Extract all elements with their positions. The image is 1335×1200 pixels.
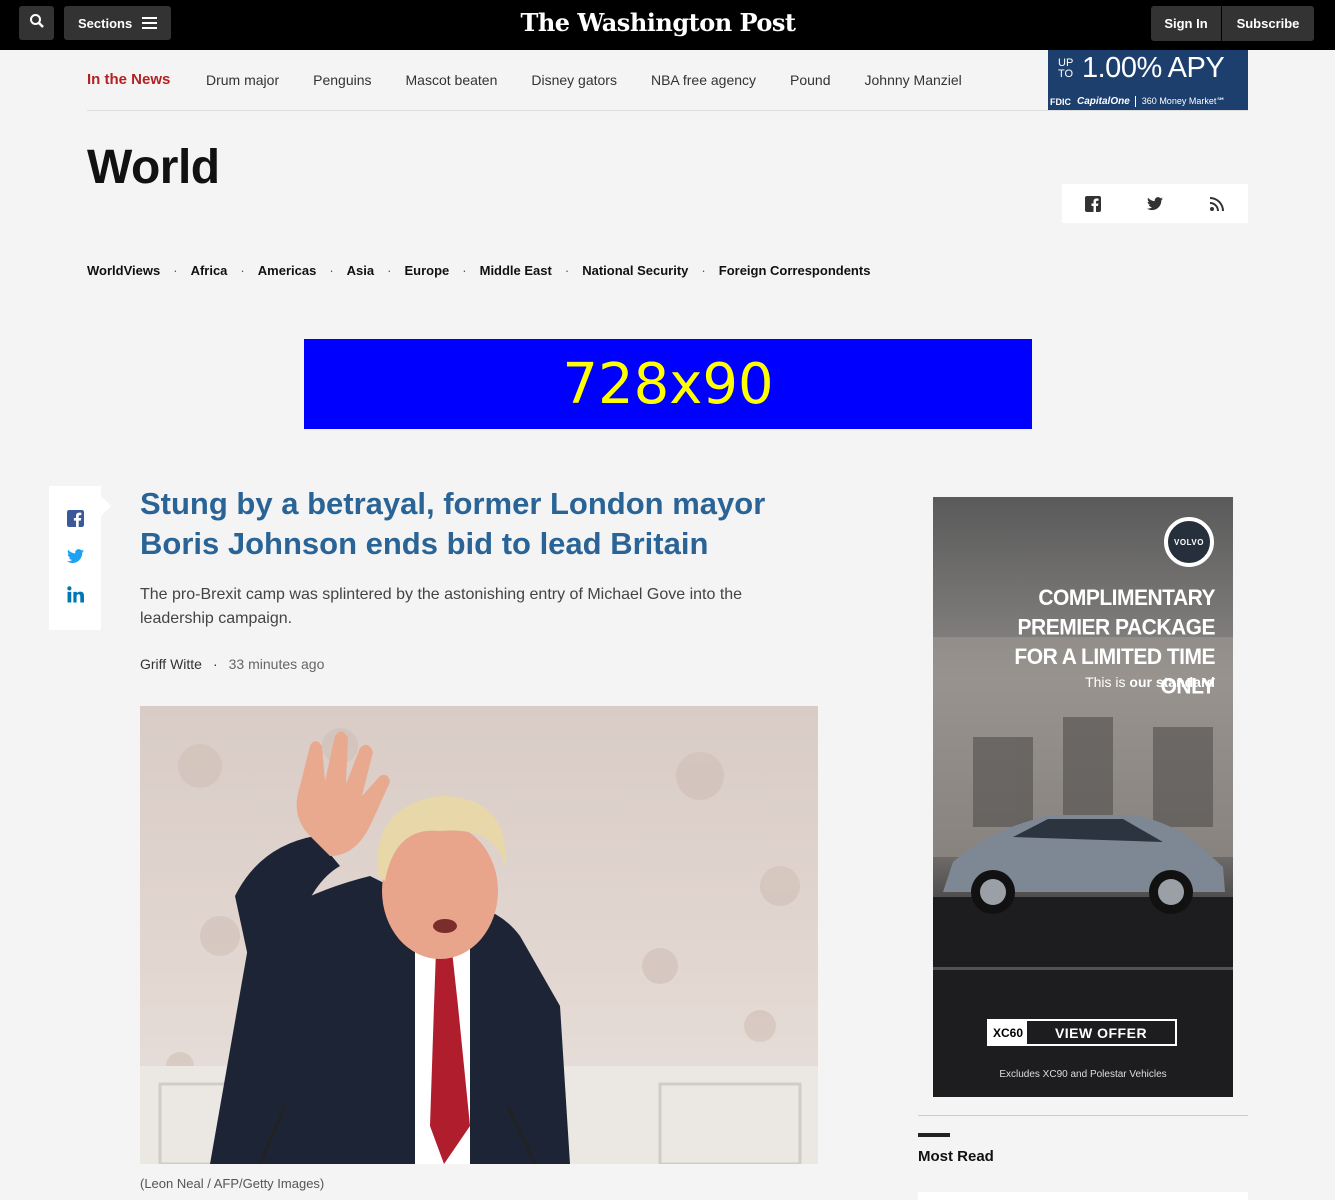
subnav-item-americas[interactable]: Americas (258, 263, 317, 278)
capital-one-promo-ad[interactable]: UP TO 1.00% APY FDIC CapitalOne 360 Mone… (1048, 50, 1248, 110)
byline-separator: · (212, 656, 218, 672)
top-bar: Sections The Washington Post Sign In Sub… (0, 0, 1335, 50)
search-button[interactable] (19, 6, 54, 40)
facebook-icon[interactable] (1083, 194, 1103, 214)
ad-tagline: This is our standard (1085, 674, 1215, 690)
author-link[interactable]: Griff Witte (140, 656, 202, 672)
rss-icon[interactable] (1207, 194, 1227, 214)
most-read-divider (918, 1115, 1248, 1116)
article-dek: The pro-Brexit camp was splintered by th… (140, 586, 743, 627)
ad-headline-line: FOR A LIMITED TIME ONLY (1014, 645, 1215, 699)
news-link[interactable]: Penguins (313, 72, 371, 88)
news-link[interactable]: Mascot beaten (406, 72, 498, 88)
section-subnav: WorldViews · Africa · Americas · Asia · … (87, 263, 870, 278)
ad-headline-line: COMPLIMENTARY (1038, 586, 1215, 611)
ad-disclaimer: Excludes XC90 and Polestar Vehicles (999, 1069, 1167, 1080)
subnav-separator: · (173, 263, 178, 278)
sections-label: Sections (78, 15, 133, 31)
in-the-news-bar: In the News Drum major Penguins Mascot b… (87, 50, 1248, 111)
promo-fdic: FDIC (1050, 96, 1071, 107)
share-rail (49, 486, 111, 630)
subnav-separator: · (462, 263, 467, 278)
ad-model-badge: XC60 (989, 1021, 1027, 1044)
subnav-separator: · (564, 263, 570, 278)
photo-caption: (Leon Neal / AFP/Getty Images) (140, 1176, 325, 1191)
view-offer-button[interactable]: XC60 VIEW OFFER (987, 1019, 1177, 1046)
volvo-ad[interactable]: VOLVO COMPLIMENTARY PREMIER PACKAGE FOR … (933, 497, 1233, 1097)
twitter-icon[interactable] (1145, 194, 1165, 214)
subnav-item-worldviews[interactable]: WorldViews (87, 263, 160, 278)
subnav-separator: · (240, 263, 245, 278)
news-link[interactable]: NBA free agency (651, 72, 756, 88)
in-the-news-list: Drum major Penguins Mascot beaten Disney… (206, 72, 962, 88)
article-photo[interactable] (140, 706, 818, 1164)
sections-button[interactable]: Sections (64, 6, 171, 40)
banner-ad[interactable]: 728x90 (304, 339, 1032, 429)
article-timestamp: 33 minutes ago (228, 656, 325, 672)
subnav-item-national-security[interactable]: National Security (582, 263, 688, 278)
news-link[interactable]: Johnny Manziel (865, 72, 962, 88)
promo-up-to: UP TO (1058, 56, 1074, 80)
share-rail-notch (101, 496, 111, 516)
in-the-news-label: In the News (87, 71, 171, 88)
ad-tagline-bold: our standard (1129, 674, 1215, 690)
section-social-links (1062, 184, 1248, 223)
news-link[interactable]: Pound (790, 72, 830, 88)
volvo-logo: VOLVO (1164, 517, 1214, 567)
hamburger-icon (142, 17, 158, 29)
subnav-separator: · (329, 263, 334, 278)
view-offer-label: VIEW OFFER (1054, 1024, 1148, 1041)
subnav-separator: · (387, 263, 392, 278)
ad-tagline-prefix: This is (1085, 674, 1130, 690)
most-read-card (918, 1192, 1248, 1200)
promo-rate: 1.00% APY (1082, 52, 1225, 84)
signin-button[interactable]: Sign In (1151, 6, 1221, 41)
article-headline[interactable]: Stung by a betrayal, former London mayor… (140, 484, 820, 564)
ad-headline-line: PREMIER PACKAGE (1017, 615, 1216, 640)
promo-product: 360 Money Market℠ (1141, 96, 1226, 106)
article-byline: Griff Witte · 33 minutes ago (140, 656, 324, 672)
linkedin-share-icon[interactable] (65, 584, 85, 604)
twitter-share-icon[interactable] (65, 546, 85, 566)
subnav-item-foreign-correspondents[interactable]: Foreign Correspondents (719, 263, 871, 278)
most-read-title: Most Read (918, 1148, 994, 1165)
page-title: World (87, 141, 220, 194)
most-read-accent-bar (918, 1133, 950, 1137)
site-logo[interactable]: The Washington Post (500, 8, 816, 37)
subnav-item-europe[interactable]: Europe (404, 263, 449, 278)
facebook-share-icon[interactable] (65, 508, 85, 528)
news-link[interactable]: Disney gators (531, 72, 617, 88)
subscribe-button[interactable]: Subscribe (1222, 6, 1314, 41)
subnav-item-middle-east[interactable]: Middle East (480, 263, 552, 278)
subnav-item-africa[interactable]: Africa (191, 263, 228, 278)
subnav-separator: · (701, 263, 706, 278)
search-icon (29, 13, 45, 34)
subnav-item-asia[interactable]: Asia (347, 263, 374, 278)
news-link[interactable]: Drum major (206, 72, 279, 88)
promo-brand: CapitalOne (1077, 96, 1136, 107)
